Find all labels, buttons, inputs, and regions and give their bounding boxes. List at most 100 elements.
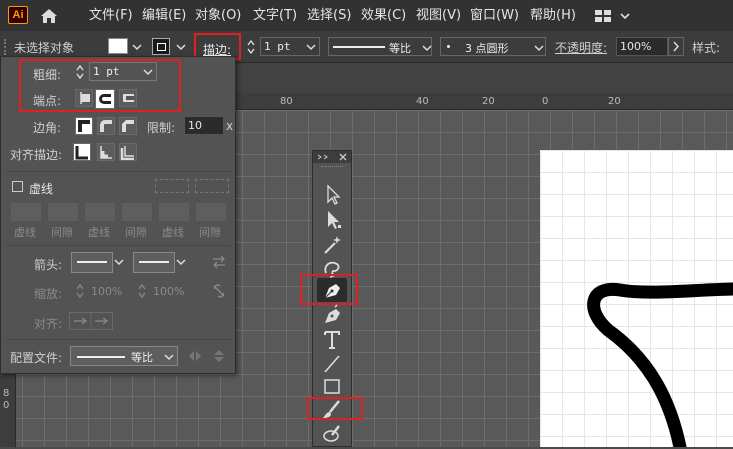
canvas-dark-strip — [236, 63, 733, 93]
selection-status: 未选择对象 — [14, 41, 75, 55]
grip-handle[interactable] — [321, 166, 343, 169]
align-outside-button[interactable] — [119, 143, 137, 161]
chevron-down-icon[interactable] — [176, 41, 186, 51]
menu-effect[interactable]: 效果(C) — [361, 0, 406, 31]
dash-field[interactable] — [159, 203, 189, 221]
dash-field[interactable] — [11, 203, 41, 221]
menu-type[interactable]: 文字(T) — [253, 0, 297, 31]
drawn-path[interactable] — [540, 150, 733, 447]
round-cap-button[interactable] — [95, 89, 115, 109]
start-arrowhead-select[interactable] — [71, 252, 127, 273]
start-scale-value[interactable]: 100% — [91, 285, 122, 298]
type-tool[interactable] — [317, 328, 347, 352]
stroke-weight-input[interactable]: 1 pt — [260, 37, 320, 56]
align-inside-button[interactable] — [97, 143, 115, 161]
gap-field[interactable] — [196, 203, 226, 221]
line-tool[interactable] — [317, 352, 347, 376]
paintbrush-tool[interactable] — [317, 398, 347, 422]
align-center-button[interactable] — [73, 143, 91, 161]
menu-file[interactable]: 文件(F) — [89, 0, 133, 31]
round-join-button[interactable] — [97, 117, 115, 135]
align-stroke-label: 对齐描边: — [10, 148, 63, 162]
fill-swatch[interactable] — [108, 38, 128, 54]
projecting-cap-icon — [123, 94, 134, 102]
chevron-down-icon[interactable] — [132, 41, 142, 51]
chevron-down-icon[interactable] — [422, 42, 432, 52]
dash-label: 虚线 — [162, 226, 184, 239]
menu-view[interactable]: 视图(V) — [416, 0, 461, 31]
align-dash-icon[interactable] — [195, 179, 229, 193]
workspace-switcher[interactable] — [594, 8, 634, 24]
round-cap-icon — [99, 94, 111, 104]
stepper-arrows-icon[interactable] — [75, 283, 85, 299]
chevron-right-icon[interactable] — [668, 37, 684, 56]
chevron-down-icon — [164, 354, 174, 361]
swap-arrowheads-icon[interactable] — [211, 255, 227, 269]
profile-select[interactable]: 等比 — [70, 346, 178, 366]
dash-label: 虚线 — [14, 226, 36, 239]
divider — [7, 171, 231, 172]
opacity-value: 100% — [620, 40, 652, 53]
blob-brush-tool[interactable] — [317, 422, 347, 446]
shaper-tool[interactable] — [317, 303, 347, 327]
preserve-dash-icon[interactable] — [155, 179, 189, 193]
variable-width-profile[interactable]: 等比 — [328, 37, 432, 56]
profile-label: 配置文件: — [10, 351, 63, 365]
chevron-down-icon[interactable] — [534, 42, 544, 52]
bevel-join-icon — [122, 120, 134, 132]
grip-handle[interactable] — [4, 39, 8, 55]
dash-fields: 虚线 间隙 虚线 间隙 虚线 间隙 — [7, 203, 233, 239]
menu-window[interactable]: 窗口(W) — [470, 0, 519, 31]
menu-edit[interactable]: 编辑(E) — [142, 0, 186, 31]
align-arrow-label: 对齐: — [34, 317, 63, 331]
top-ruler: 80 40 20 0 20 — [236, 93, 733, 110]
menu-object[interactable]: 对象(O) — [195, 0, 241, 31]
direct-selection-tool[interactable] — [317, 208, 347, 232]
stroke-panel: 粗细: 1 pt 端点: 边角: 限制: 10 x 对齐描边: 虚线 虚线 间隙… — [0, 56, 236, 374]
gap-field[interactable] — [122, 203, 152, 221]
stepper-arrows-icon[interactable] — [137, 283, 147, 299]
round-join-icon — [100, 120, 112, 132]
butt-cap-button[interactable] — [75, 89, 93, 107]
miter-join-button[interactable] — [75, 117, 93, 135]
stroke-swatch[interactable] — [152, 38, 170, 55]
ruler-tick: 40 — [416, 96, 429, 107]
selection-tool[interactable] — [317, 183, 347, 207]
magic-wand-tool[interactable] — [317, 233, 347, 257]
stepper-arrows-icon[interactable] — [246, 39, 256, 55]
toolbar-header[interactable] — [313, 151, 351, 163]
end-scale-value[interactable]: 100% — [153, 285, 184, 298]
divider — [7, 339, 231, 340]
menu-select[interactable]: 选择(S) — [307, 0, 351, 31]
end-arrowhead-select[interactable] — [133, 252, 189, 273]
pen-tool[interactable] — [317, 278, 347, 302]
weight-input[interactable]: 1 pt — [89, 62, 157, 81]
flip-horizontal-icon[interactable] — [187, 348, 203, 364]
ruler-tick: 8 — [3, 388, 10, 399]
chevron-down-icon — [306, 44, 316, 51]
type-icon — [324, 331, 340, 349]
bevel-join-button[interactable] — [119, 117, 137, 135]
arrowhead-label: 箭头: — [34, 258, 63, 272]
opacity-link[interactable]: 不透明度: — [555, 39, 607, 56]
stepper-arrows-icon[interactable] — [75, 64, 85, 80]
menu-help[interactable]: 帮助(H) — [530, 0, 576, 31]
limit-input[interactable]: 10 — [184, 116, 224, 135]
cap-label: 端点: — [33, 94, 62, 108]
projecting-cap-button[interactable] — [119, 89, 137, 107]
chevron-down-icon — [143, 69, 153, 76]
dashed-checkbox[interactable] — [12, 181, 23, 192]
divider — [7, 245, 231, 246]
link-scale-icon[interactable] — [211, 283, 227, 299]
workspace-grid-icon — [595, 10, 630, 22]
dash-field[interactable] — [85, 203, 115, 221]
home-icon[interactable] — [38, 6, 60, 26]
opacity-input[interactable]: 100% — [616, 37, 668, 56]
brush-definition[interactable]: 3 点圆形 — [440, 37, 546, 56]
chevron-down-icon — [176, 259, 186, 266]
gap-field[interactable] — [48, 203, 78, 221]
align-arrow-buttons[interactable] — [69, 312, 113, 330]
flip-vertical-icon[interactable] — [211, 348, 227, 364]
rectangle-tool[interactable] — [317, 375, 347, 399]
menu-bar: Ai 文件(F) 编辑(E) 对象(O) 文字(T) 选择(S) 效果(C) 视… — [0, 0, 733, 31]
